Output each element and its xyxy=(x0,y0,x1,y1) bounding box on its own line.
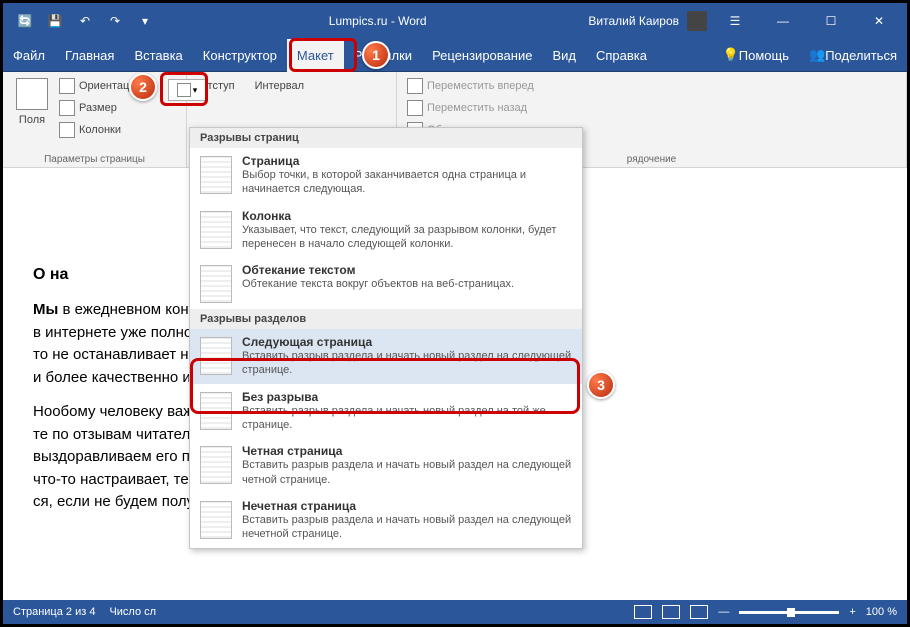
highlight-layout-tab xyxy=(289,38,357,72)
badge-3: 3 xyxy=(587,371,615,399)
tab-assist[interactable]: 💡 Помощь xyxy=(713,39,799,72)
zoom-slider[interactable] xyxy=(739,611,839,614)
dd-item-next-page[interactable]: Следующая страницаВставить разрыв раздел… xyxy=(190,329,582,384)
breaks-button-wrap: ▾ xyxy=(168,79,206,101)
tab-file[interactable]: Файл xyxy=(3,39,55,72)
send-backward-icon xyxy=(407,100,423,116)
dd-section-section-breaks: Разрывы разделов xyxy=(190,309,582,329)
tab-share[interactable]: 👥 Поделиться xyxy=(799,39,907,72)
columns-icon xyxy=(59,122,75,138)
status-words[interactable]: Число сл xyxy=(109,606,156,618)
even-page-icon xyxy=(200,446,232,484)
bring-forward-icon xyxy=(407,78,423,94)
window-title: Lumpics.ru - Word xyxy=(167,14,588,28)
autosave-icon[interactable]: 🔄 xyxy=(13,9,37,33)
minimize-icon[interactable]: ― xyxy=(763,3,803,39)
statusbar: Страница 2 из 4 Число сл ― + 100 % xyxy=(3,600,907,624)
zoom-out-icon[interactable]: ― xyxy=(718,606,729,618)
view-web-icon[interactable] xyxy=(690,605,708,619)
continuous-icon xyxy=(200,392,232,430)
ribbon-options-icon[interactable]: ☰ xyxy=(715,3,755,39)
column-break-icon xyxy=(200,211,232,249)
columns-button[interactable]: Колонки xyxy=(57,120,143,140)
titlebar: 🔄 💾 ↶ ↷ ▾ Lumpics.ru - Word Виталий Каир… xyxy=(3,3,907,39)
size-button[interactable]: Размер xyxy=(57,98,143,118)
tab-home[interactable]: Главная xyxy=(55,39,124,72)
save-icon[interactable]: 💾 xyxy=(43,9,67,33)
undo-icon[interactable]: ↶ xyxy=(73,9,97,33)
zoom-in-icon[interactable]: + xyxy=(849,606,855,618)
ribbon-tabs: Файл Главная Вставка Конструктор Макет Р… xyxy=(3,39,907,72)
zoom-level[interactable]: 100 % xyxy=(866,606,897,618)
dd-item-odd-page[interactable]: Нечетная страницаВставить разрыв раздела… xyxy=(190,493,582,548)
orientation-icon xyxy=(59,78,75,94)
tab-help[interactable]: Справка xyxy=(586,39,657,72)
status-page[interactable]: Страница 2 из 4 xyxy=(13,606,95,618)
spacing-label: Интервал xyxy=(255,80,304,92)
redo-icon[interactable]: ↷ xyxy=(103,9,127,33)
tab-insert[interactable]: Вставка xyxy=(124,39,192,72)
text-wrap-icon xyxy=(200,265,232,303)
page-setup-label: Параметры страницы xyxy=(11,152,178,165)
qat-more-icon[interactable]: ▾ xyxy=(133,9,157,33)
dd-item-column[interactable]: КолонкаУказывает, что текст, следующий з… xyxy=(190,203,582,258)
dd-item-text-wrap[interactable]: Обтекание текстомОбтекание текста вокруг… xyxy=(190,257,582,309)
close-icon[interactable]: ✕ xyxy=(859,3,899,39)
dd-item-page[interactable]: СтраницаВыбор точки, в которой заканчива… xyxy=(190,148,582,203)
maximize-icon[interactable]: ☐ xyxy=(811,3,851,39)
badge-1: 1 xyxy=(362,41,390,69)
breaks-dropdown: Разрывы страниц СтраницаВыбор точки, в к… xyxy=(189,127,583,549)
margins-icon xyxy=(16,78,48,110)
next-page-icon xyxy=(200,337,232,375)
view-print-icon[interactable] xyxy=(662,605,680,619)
badge-2: 2 xyxy=(129,73,157,101)
dd-item-continuous[interactable]: Без разрываВставить разрыв раздела и нач… xyxy=(190,384,582,439)
breaks-button[interactable]: ▾ xyxy=(168,79,206,101)
tab-view[interactable]: Вид xyxy=(542,39,586,72)
breaks-icon xyxy=(177,83,191,97)
tab-review[interactable]: Рецензирование xyxy=(422,39,542,72)
avatar[interactable] xyxy=(687,11,707,31)
bring-forward-button: Переместить вперед xyxy=(405,76,898,96)
margins-button[interactable]: Поля xyxy=(11,76,53,140)
size-icon xyxy=(59,100,75,116)
view-read-icon[interactable] xyxy=(634,605,652,619)
dd-item-even-page[interactable]: Четная страницаВставить разрыв раздела и… xyxy=(190,438,582,493)
odd-page-icon xyxy=(200,501,232,539)
send-backward-button: Переместить назад xyxy=(405,98,898,118)
tab-design[interactable]: Конструктор xyxy=(193,39,287,72)
page-break-icon xyxy=(200,156,232,194)
dd-section-page-breaks: Разрывы страниц xyxy=(190,128,582,148)
user-name[interactable]: Виталий Каиров xyxy=(588,14,679,28)
